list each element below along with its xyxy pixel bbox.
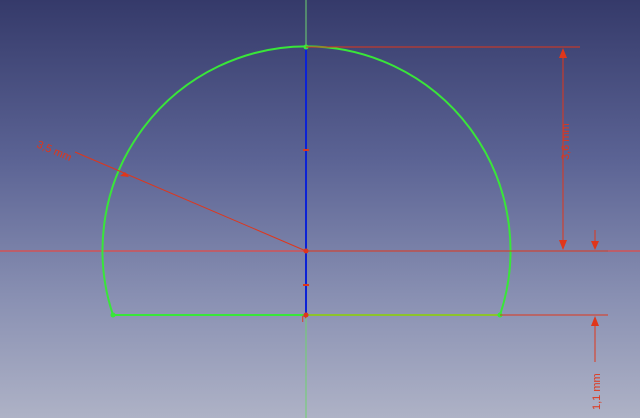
height-arrow-bottom	[559, 240, 567, 250]
coincident-constraint-icon: ↱	[300, 313, 309, 325]
offset-dimension-label[interactable]: 1,1 mm	[591, 373, 603, 410]
height-arrow-top	[559, 48, 567, 58]
sketch-viewport[interactable]: ↱ 3,5 mm 3,6 mm 1,1 mm	[0, 0, 640, 418]
offset-arrow-bottom	[591, 316, 599, 326]
radius-dimension-line[interactable]	[74, 151, 307, 252]
radius-dimension-label[interactable]: 3,5 mm	[35, 139, 73, 164]
endpoint-left[interactable]	[110, 312, 116, 318]
offset-arrow-top	[591, 241, 599, 250]
sketch-canvas[interactable]: ↱ 3,5 mm 3,6 mm 1,1 mm	[0, 0, 640, 418]
height-dimension-label[interactable]: 3,6 mm	[560, 123, 572, 160]
